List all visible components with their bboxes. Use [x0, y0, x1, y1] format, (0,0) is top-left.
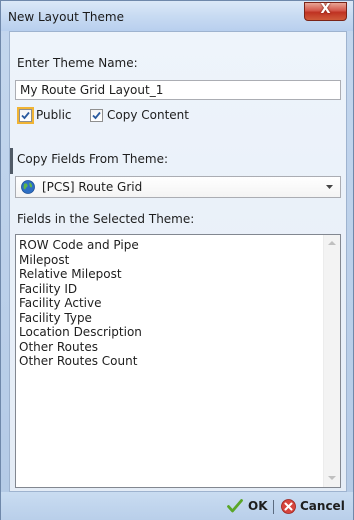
ok-button[interactable]: OK [227, 497, 268, 515]
list-item[interactable]: Facility ID [19, 282, 142, 297]
fields-label: Fields in the Selected Theme: [17, 212, 195, 226]
list-item[interactable]: Location Description [19, 325, 142, 340]
cancel-label: Cancel [300, 499, 345, 513]
ok-label: OK [248, 499, 268, 513]
close-button[interactable]: X [304, 2, 347, 21]
cancel-icon [281, 498, 296, 514]
window-title: New Layout Theme [8, 10, 124, 24]
title-bar[interactable]: New Layout Theme X [1, 1, 353, 31]
list-item[interactable]: Other Routes Count [19, 354, 142, 369]
check-icon [21, 111, 30, 119]
theme-name-label: Enter Theme Name: [17, 56, 138, 70]
checkmark-icon [227, 499, 243, 513]
theme-name-input[interactable]: My Route Grid Layout_1 [15, 80, 341, 100]
list-item[interactable]: Relative Milepost [19, 267, 142, 282]
list-item[interactable]: Facility Type [19, 311, 142, 326]
list-item[interactable]: Other Routes [19, 340, 142, 355]
footer-separator [273, 500, 274, 514]
copy-content-label: Copy Content [107, 108, 189, 122]
chevron-down-icon [326, 185, 333, 189]
copy-fields-dropdown[interactable]: [PCS] Route Grid [15, 176, 341, 198]
globe-icon [21, 180, 35, 194]
splitter-handle[interactable] [10, 148, 13, 174]
vertical-scrollbar[interactable] [323, 235, 340, 487]
chevron-down-icon [328, 476, 336, 480]
copy-fields-label: Copy Fields From Theme: [17, 152, 168, 166]
copy-content-checkbox-row[interactable]: Copy Content [90, 107, 189, 123]
cancel-button[interactable]: Cancel [281, 497, 345, 515]
scroll-up-button[interactable] [324, 235, 340, 252]
check-icon [92, 111, 101, 119]
fields-list: ROW Code and Pipe Milepost Relative Mile… [19, 238, 142, 369]
copy-fields-selected: [PCS] Route Grid [42, 180, 143, 194]
close-icon: X [320, 2, 331, 17]
public-checkbox[interactable] [17, 106, 34, 124]
copy-content-checkbox[interactable] [90, 108, 103, 122]
list-item[interactable]: Facility Active [19, 296, 142, 311]
dialog-footer: OK Cancel [1, 492, 353, 520]
list-item[interactable]: Milepost [19, 253, 142, 268]
chevron-up-icon [328, 241, 336, 245]
scroll-down-button[interactable] [324, 470, 340, 487]
fields-listbox[interactable]: ROW Code and Pipe Milepost Relative Mile… [15, 234, 341, 488]
list-item[interactable]: ROW Code and Pipe [19, 238, 142, 253]
public-checkbox-row[interactable]: Public [17, 106, 72, 124]
public-label: Public [36, 108, 72, 122]
dialog-window: New Layout Theme X Enter Theme Name: My … [0, 0, 354, 520]
